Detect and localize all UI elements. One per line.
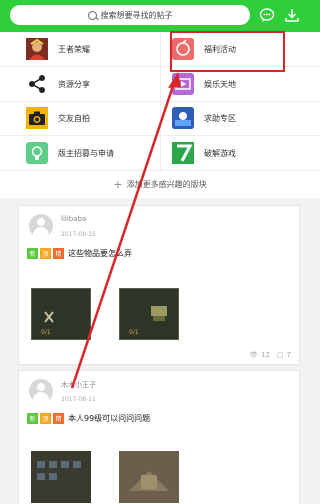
arrow-annotation: [70, 72, 181, 389]
